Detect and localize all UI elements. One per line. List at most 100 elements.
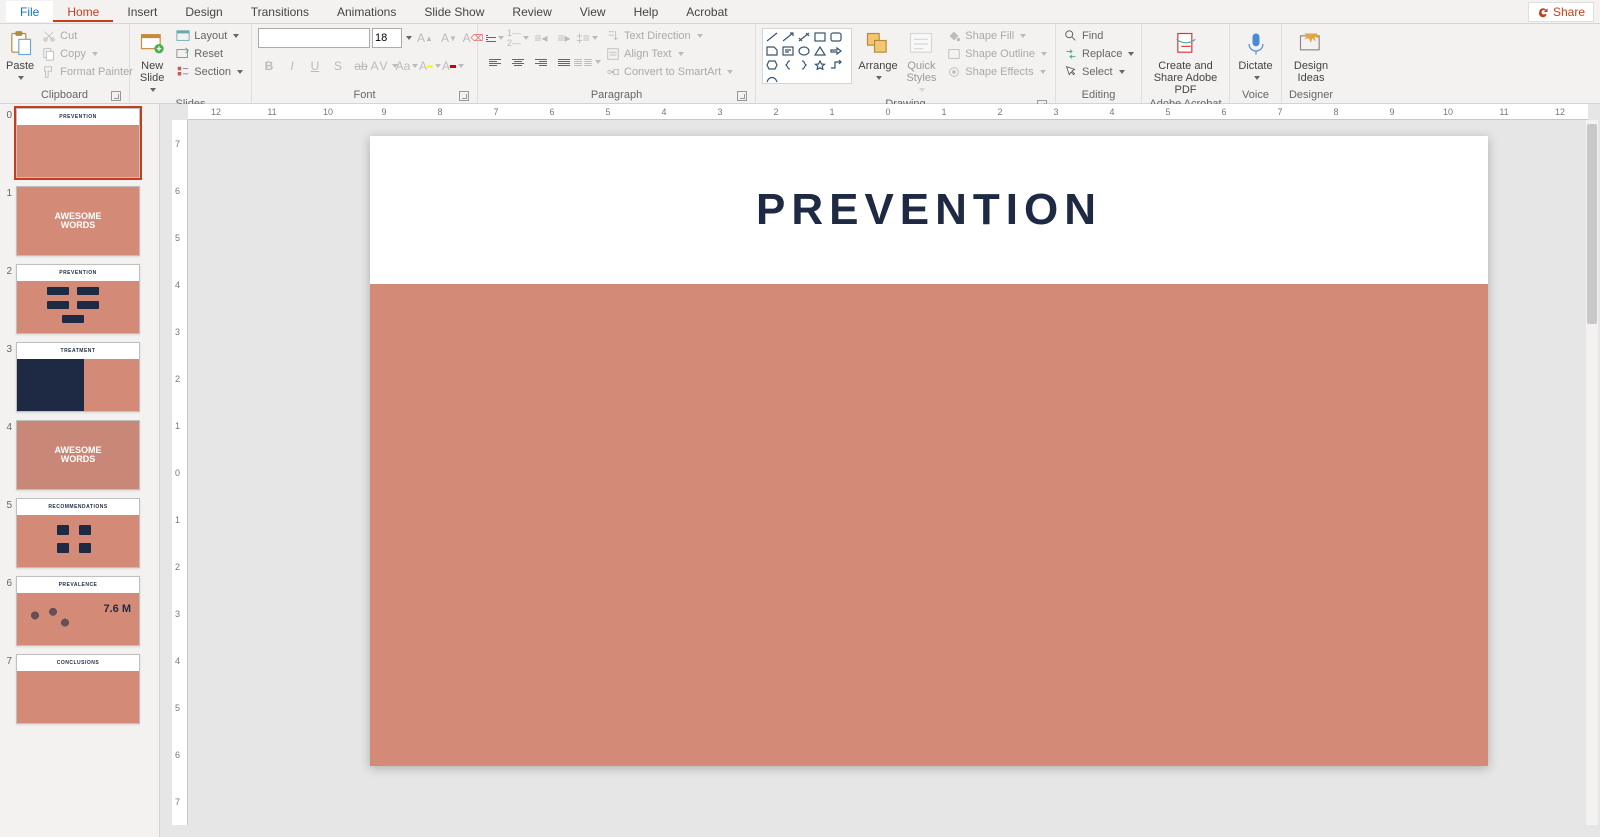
thumbnail-1[interactable]: 1 AWESOMEWORDS [0,182,159,260]
align-text-icon [606,47,620,61]
thumbnail-3[interactable]: 3 TREATMENT [0,338,159,416]
font-dialog-launcher[interactable] [459,91,469,101]
shape-snip-icon [765,45,779,57]
tab-design[interactable]: Design [171,1,236,22]
tab-slideshow[interactable]: Slide Show [410,1,498,22]
share-button[interactable]: Share [1528,2,1594,22]
tab-acrobat[interactable]: Acrobat [672,1,741,22]
cut-button[interactable]: Cut [40,28,135,44]
font-size-input[interactable] [372,28,402,48]
shape-fill-button[interactable]: Shape Fill [945,28,1049,44]
tab-review[interactable]: Review [498,1,565,22]
shape-line-icon [765,31,779,43]
slide-body-area[interactable] [370,284,1488,766]
shape-line-double-icon [797,31,811,43]
group-font-label: Font [353,89,375,101]
tab-insert[interactable]: Insert [113,1,171,22]
paste-icon [6,30,34,58]
numbering-button[interactable]: 1—2— [507,28,529,48]
line-spacing-button[interactable]: ‡≡ [576,28,598,48]
char-spacing-button[interactable]: AV [373,56,395,76]
shape-freeform-icon [765,73,779,85]
shapes-gallery[interactable] [762,28,852,84]
dictate-button[interactable]: Dictate [1236,28,1275,84]
replace-button[interactable]: Replace [1062,46,1136,62]
indent-inc-button[interactable]: ≡▸ [553,28,575,48]
slide-title-text: PREVENTION [756,185,1102,235]
columns-button[interactable]: ≣≣ [576,52,598,72]
font-name-input[interactable] [258,28,370,48]
tab-help[interactable]: Help [620,1,673,22]
tab-home[interactable]: Home [53,1,113,22]
thumbnail-5[interactable]: 5 RECOMMENDATIONS [0,494,159,572]
indent-dec-button[interactable]: ≡◂ [530,28,552,48]
design-ideas-button[interactable]: Design Ideas [1289,28,1333,84]
shape-roundrect-icon [829,31,843,43]
reset-button[interactable]: Reset [174,46,245,62]
section-button[interactable]: Section [174,64,245,80]
shape-arrow-icon [829,45,843,57]
thumbnail-4[interactable]: 4 AWESOMEWORDS [0,416,159,494]
tab-animations[interactable]: Animations [323,1,410,22]
group-slides: New Slide Layout Reset Section Slides [130,24,252,103]
paste-button[interactable]: Paste [6,28,34,84]
align-text-button[interactable]: Align Text [604,46,735,62]
thumbnail-7[interactable]: 7 CONCLUSIONS [0,650,159,728]
quick-styles-button[interactable]: Quick Styles [904,28,940,96]
paragraph-dialog-launcher[interactable] [737,91,747,101]
slide-thumbnails-panel[interactable]: 0 PREVENTION 1 AWESOMEWORDS 2 PREVENTION… [0,104,160,837]
tab-view[interactable]: View [566,1,620,22]
align-right-button[interactable] [530,52,552,72]
thumbnail-2[interactable]: 2 PREVENTION [0,260,159,338]
vertical-ruler: 765432101234567 [172,120,188,825]
group-designer: Design Ideas Designer [1282,24,1340,103]
layout-button[interactable]: Layout [174,28,245,44]
find-button[interactable]: Find [1062,28,1136,44]
format-painter-button[interactable]: Format Painter [40,64,135,80]
highlight-button[interactable]: A [419,56,441,76]
group-designer-label: Designer [1289,89,1333,101]
arrange-button[interactable]: Arrange [858,28,897,84]
text-direction-button[interactable]: Text Direction [604,28,735,44]
tab-transitions[interactable]: Transitions [237,1,323,22]
increase-font-button[interactable]: A▲ [414,28,436,48]
decrease-font-button[interactable]: A▼ [438,28,460,48]
slide-editor[interactable]: PREVENTION [370,136,1488,766]
italic-button[interactable]: I [281,56,303,76]
smartart-button[interactable]: Convert to SmartArt [604,64,735,80]
layout-icon [176,29,190,43]
underline-button[interactable]: U [304,56,326,76]
select-button[interactable]: Select [1062,64,1136,80]
thumbnail-0[interactable]: 0 PREVENTION [0,104,159,182]
bold-button[interactable]: B [258,56,280,76]
clipboard-dialog-launcher[interactable] [111,91,121,101]
align-left-button[interactable] [484,52,506,72]
change-case-button[interactable]: Aa [396,56,418,76]
vertical-scrollbar[interactable] [1586,120,1598,825]
shape-effects-button[interactable]: Shape Effects [945,64,1049,80]
justify-button[interactable] [553,52,575,72]
bullets-button[interactable] [484,28,506,48]
group-font: A▲ A▼ A⌫ B I U S ab AV Aa A A Font [252,24,478,103]
shadow-button[interactable]: S [327,56,349,76]
group-drawing: Arrange Quick Styles Shape Fill Shape Ou… [756,24,1056,103]
mic-icon [1242,30,1270,58]
copy-button[interactable]: Copy [40,46,135,62]
strike-button[interactable]: ab [350,56,372,76]
new-slide-label: New Slide [140,60,164,84]
group-clipboard: Paste Cut Copy Format Painter Clipboard [0,24,130,103]
select-icon [1064,65,1078,79]
tab-file[interactable]: File [6,1,53,22]
thumbnail-6[interactable]: 6 PREVALENCE 7.6 M [0,572,159,650]
share-label: Share [1553,5,1585,19]
font-color-button[interactable]: A [442,56,464,76]
slide-title-area[interactable]: PREVENTION [370,136,1488,284]
brush-icon [42,65,56,79]
group-clipboard-label: Clipboard [41,89,88,101]
group-editing: Find Replace Select Editing [1056,24,1142,103]
outline-icon [947,47,961,61]
align-center-button[interactable] [507,52,529,72]
shape-outline-button[interactable]: Shape Outline [945,46,1049,62]
create-share-pdf-button[interactable]: Create and Share Adobe PDF [1148,28,1223,96]
new-slide-button[interactable]: New Slide [136,28,168,96]
